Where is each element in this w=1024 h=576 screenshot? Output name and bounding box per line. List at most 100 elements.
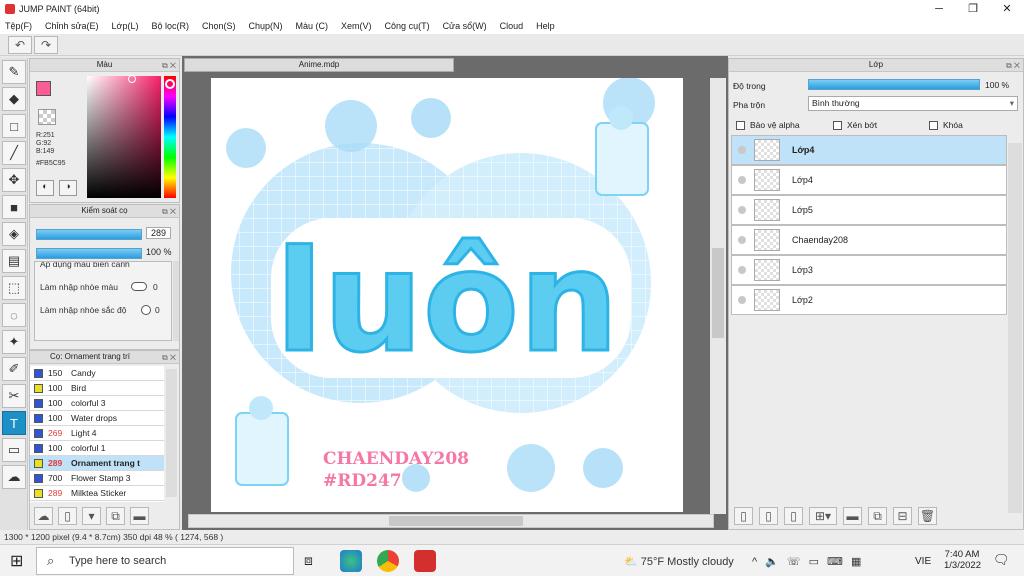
maximize-button[interactable]: ❐ <box>956 0 990 17</box>
protect-alpha-checkbox[interactable] <box>736 121 745 131</box>
clip-option[interactable]: Xén bớt <box>833 120 877 131</box>
windows-start-button[interactable]: ⊞ <box>10 551 23 571</box>
brush-list-scrollbar[interactable] <box>166 369 177 497</box>
layer-visibility-icon[interactable] <box>738 296 746 304</box>
brush-copy-button[interactable]: ⧉ <box>106 507 125 525</box>
menu-select[interactable]: Chọn(S) <box>202 21 236 31</box>
panel-close-icon[interactable]: ⧉ ✕ <box>1006 60 1020 72</box>
panel-close-icon[interactable]: ⧉ ✕ <box>162 60 176 72</box>
clock[interactable]: 7:40 AM 1/3/2022 <box>944 549 981 571</box>
duplicate-layer-button[interactable]: ⧉ <box>868 507 887 525</box>
undo-button[interactable]: ↶ <box>8 35 32 54</box>
jump-paint-app-icon[interactable] <box>414 550 436 572</box>
brush-cloud-button[interactable]: ☁ <box>34 507 53 525</box>
eraser-tool[interactable]: ◆ <box>2 87 26 111</box>
vertical-scrollbar[interactable] <box>710 78 726 514</box>
layer-visibility-icon[interactable] <box>738 206 746 214</box>
brush-size-slider[interactable] <box>36 229 142 240</box>
picker-button[interactable]: ◑ <box>59 180 77 196</box>
brush-folder-button[interactable]: ▬ <box>130 507 149 525</box>
document-tab[interactable]: Anime.mdp <box>184 58 454 72</box>
text-tool[interactable]: T <box>2 411 26 435</box>
brush-list-item[interactable]: 100 Water drops <box>30 411 164 426</box>
add-layer-menu-button[interactable]: ⊞▾ <box>809 507 837 525</box>
menu-capture[interactable]: Chụp(N) <box>249 21 283 31</box>
new-1bit-layer-button[interactable]: ▯ <box>784 507 803 525</box>
divide-tool[interactable]: ▭ <box>2 438 26 462</box>
brush-list-item[interactable]: 700 Flower Stamp 3 <box>30 471 164 486</box>
menu-view[interactable]: Xem(V) <box>341 21 372 31</box>
system-tray[interactable]: ^🔈☏▭⌨▦ <box>752 555 869 568</box>
brush-size-value[interactable]: 289 <box>146 227 172 239</box>
cloud-tool[interactable]: ☁ <box>2 465 26 489</box>
rect-tool[interactable]: □ <box>2 114 26 138</box>
brush-list-item[interactable]: 100 colorful 1 <box>30 441 164 456</box>
layer-row[interactable]: Lớp3 <box>731 255 1007 285</box>
lock-option[interactable]: Khóa <box>929 120 963 131</box>
clip-checkbox[interactable] <box>833 121 842 131</box>
brush-tool[interactable]: ✎ <box>2 60 26 84</box>
saturation-value-picker[interactable] <box>87 76 161 198</box>
edge-app-icon[interactable] <box>340 550 362 572</box>
fill-rect-tool[interactable]: ■ <box>2 195 26 219</box>
brush-list-item[interactable]: 150 Candy <box>30 366 164 381</box>
weather-widget[interactable]: ⛅ 75°F Mostly cloudy <box>624 555 734 568</box>
hue-slider[interactable] <box>164 76 176 198</box>
minimize-button[interactable]: ─ <box>922 0 956 17</box>
foreground-color-swatch[interactable] <box>36 81 51 96</box>
brush-list-item[interactable]: 269 Light 4 <box>30 426 164 441</box>
close-button[interactable]: ✕ <box>990 0 1024 17</box>
brush-opacity-slider[interactable] <box>36 248 142 259</box>
layer-visibility-icon[interactable] <box>738 176 746 184</box>
canvas[interactable]: luôn CHAENDAY208 #RD247 <box>211 78 683 512</box>
lasso-tool[interactable]: ◌ <box>2 303 26 327</box>
panel-close-icon[interactable]: ⧉ ✕ <box>162 352 176 364</box>
layer-row[interactable]: Lớp4 <box>731 165 1007 195</box>
layer-row[interactable]: Lớp2 <box>731 285 1007 315</box>
layer-opacity-slider[interactable] <box>808 79 980 90</box>
move-tool[interactable]: ✥ <box>2 168 26 192</box>
layer-list-scrollbar[interactable] <box>1008 143 1022 513</box>
panel-close-icon[interactable]: ⧉ ✕ <box>162 206 176 218</box>
sv-cursor[interactable] <box>128 75 136 83</box>
new-layer-button[interactable]: ▯ <box>734 507 753 525</box>
delete-layer-button[interactable]: 🗑 <box>918 507 937 525</box>
notifications-button[interactable]: 🗨 <box>993 552 1010 568</box>
bucket-tool[interactable]: ◈ <box>2 222 26 246</box>
blend-mode-select[interactable]: Bình thường ▾ <box>808 96 1018 111</box>
redo-button[interactable]: ↷ <box>34 35 58 54</box>
brush-list-item[interactable]: 289 Milktea Sticker <box>30 486 164 501</box>
wand-tool[interactable]: ✦ <box>2 330 26 354</box>
menu-tools[interactable]: Công cụ(T) <box>385 21 430 31</box>
menu-edit[interactable]: Chỉnh sửa(E) <box>45 21 99 31</box>
select-eraser-tool[interactable]: ✂ <box>2 384 26 408</box>
layer-visibility-icon[interactable] <box>738 146 746 154</box>
task-view-button[interactable]: ⧈ <box>304 552 313 569</box>
brush-list-item[interactable]: 100 Bird <box>30 381 164 396</box>
gradient-tool[interactable]: ▤ <box>2 249 26 273</box>
input-language[interactable]: VIE <box>915 556 931 567</box>
horizontal-scrollbar[interactable] <box>188 514 714 528</box>
brush-options-scrollbar[interactable] <box>173 261 179 341</box>
layer-row[interactable]: Chaenday208 <box>731 225 1007 255</box>
new-8bit-layer-button[interactable]: ▯ <box>759 507 778 525</box>
menu-color[interactable]: Màu (C) <box>296 21 329 31</box>
brush-list-item[interactable]: 100 colorful 3 <box>30 396 164 411</box>
transparent-swatch[interactable] <box>38 109 56 125</box>
brush-menu-button[interactable]: ▾ <box>82 507 101 525</box>
brush-new-button[interactable]: ▯ <box>58 507 77 525</box>
new-folder-button[interactable]: ▬ <box>843 507 862 525</box>
menu-cloud[interactable]: Cloud <box>500 21 524 31</box>
menu-file[interactable]: Tệp(F) <box>5 21 32 31</box>
layer-row[interactable]: Lớp4 <box>731 135 1007 165</box>
palette-button[interactable]: ◐ <box>36 180 54 196</box>
select-tool[interactable]: ⬚ <box>2 276 26 300</box>
blur-tone-toggle[interactable] <box>141 305 151 315</box>
menu-window[interactable]: Cửa sổ(W) <box>443 21 487 31</box>
menu-filter[interactable]: Bộ lọc(R) <box>151 21 189 31</box>
select-pen-tool[interactable]: ✐ <box>2 357 26 381</box>
hue-cursor[interactable] <box>165 79 175 89</box>
menu-layer[interactable]: Lớp(L) <box>112 21 139 31</box>
brush-list-item[interactable]: 289 Ornament trang t <box>30 456 164 471</box>
merge-layer-button[interactable]: ⊟ <box>893 507 912 525</box>
